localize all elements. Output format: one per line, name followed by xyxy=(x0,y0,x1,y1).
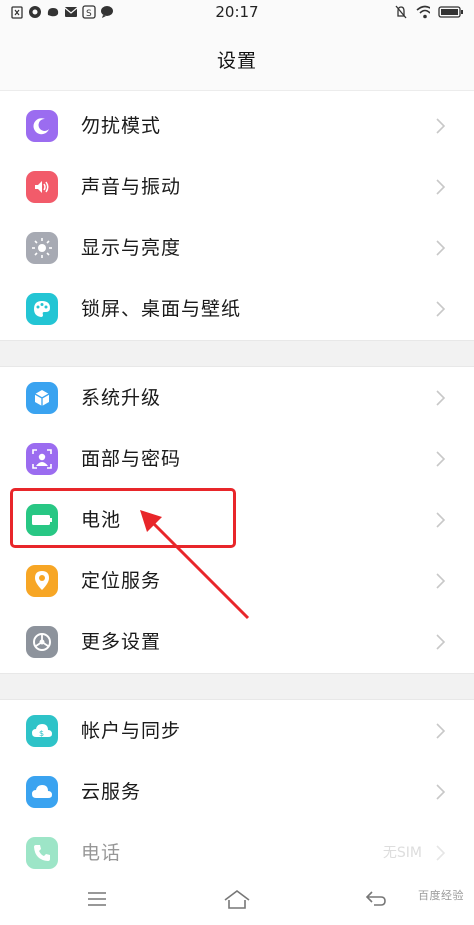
back-icon[interactable] xyxy=(364,888,388,910)
navigation-bar xyxy=(0,880,474,925)
home-icon[interactable] xyxy=(222,888,252,912)
annotation-arrow xyxy=(140,510,250,620)
menu-icon[interactable] xyxy=(86,888,108,910)
watermark: 百度经验 xyxy=(418,889,464,902)
